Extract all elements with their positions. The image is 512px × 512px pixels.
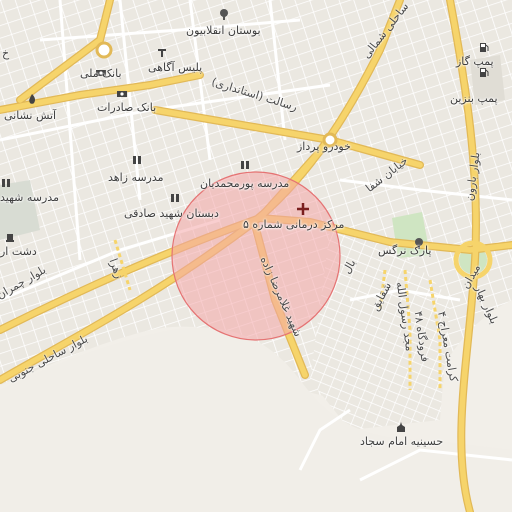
label-hosseiniyeh: حسینیه امام سجاد — [360, 435, 444, 448]
label-school-pourmohammadian: مدرسه پورمحمدیان — [200, 177, 290, 190]
monument-icon — [4, 231, 16, 243]
tree-icon — [218, 8, 230, 20]
fire-icon — [26, 93, 38, 105]
fuel-pump-icon — [478, 41, 490, 53]
label-dasht: دشت ار — [0, 245, 37, 258]
roundabout-northwest — [95, 41, 113, 59]
label-bank-saderat: بانک صادرات — [97, 101, 157, 114]
label-school-shahid: مدرسه شهید — [0, 191, 59, 204]
label-kh-left: خ — [2, 47, 10, 60]
search-radius-circle — [171, 171, 341, 341]
label-dabestan-sadeghi: دبستان شهید صادقی — [124, 207, 219, 220]
police-icon — [156, 46, 168, 58]
label-park-enghelabiyun: بوستان انقلابیون — [186, 24, 261, 37]
school-icon — [0, 177, 12, 189]
label-fire-station: آتش نشانی — [4, 109, 57, 122]
label-pump-gasoline: پمپ بنزین — [450, 92, 498, 105]
label-bank-melli: بانک ملی — [80, 67, 122, 80]
school-icon — [239, 159, 251, 171]
label-police-agahi: پلیس آگاهی — [148, 61, 203, 74]
label-clinic-5: مرکز درمانی شماره ۵ — [243, 218, 345, 231]
label-school-zahed: مدرسه زاهد — [108, 171, 164, 184]
school-icon — [131, 154, 143, 166]
label-park-narges: پارک نرگس — [378, 244, 432, 257]
bank-icon — [116, 88, 128, 100]
school-icon — [169, 192, 181, 204]
label-khodro-pardaz: خودرو پرداز — [297, 140, 351, 153]
label-pump-gas: پمپ گاز — [456, 55, 494, 68]
map-view[interactable]: بوستان انقلابیون پمپ گاز پمپ بنزین بانک … — [0, 0, 512, 512]
mosque-icon — [395, 421, 407, 433]
